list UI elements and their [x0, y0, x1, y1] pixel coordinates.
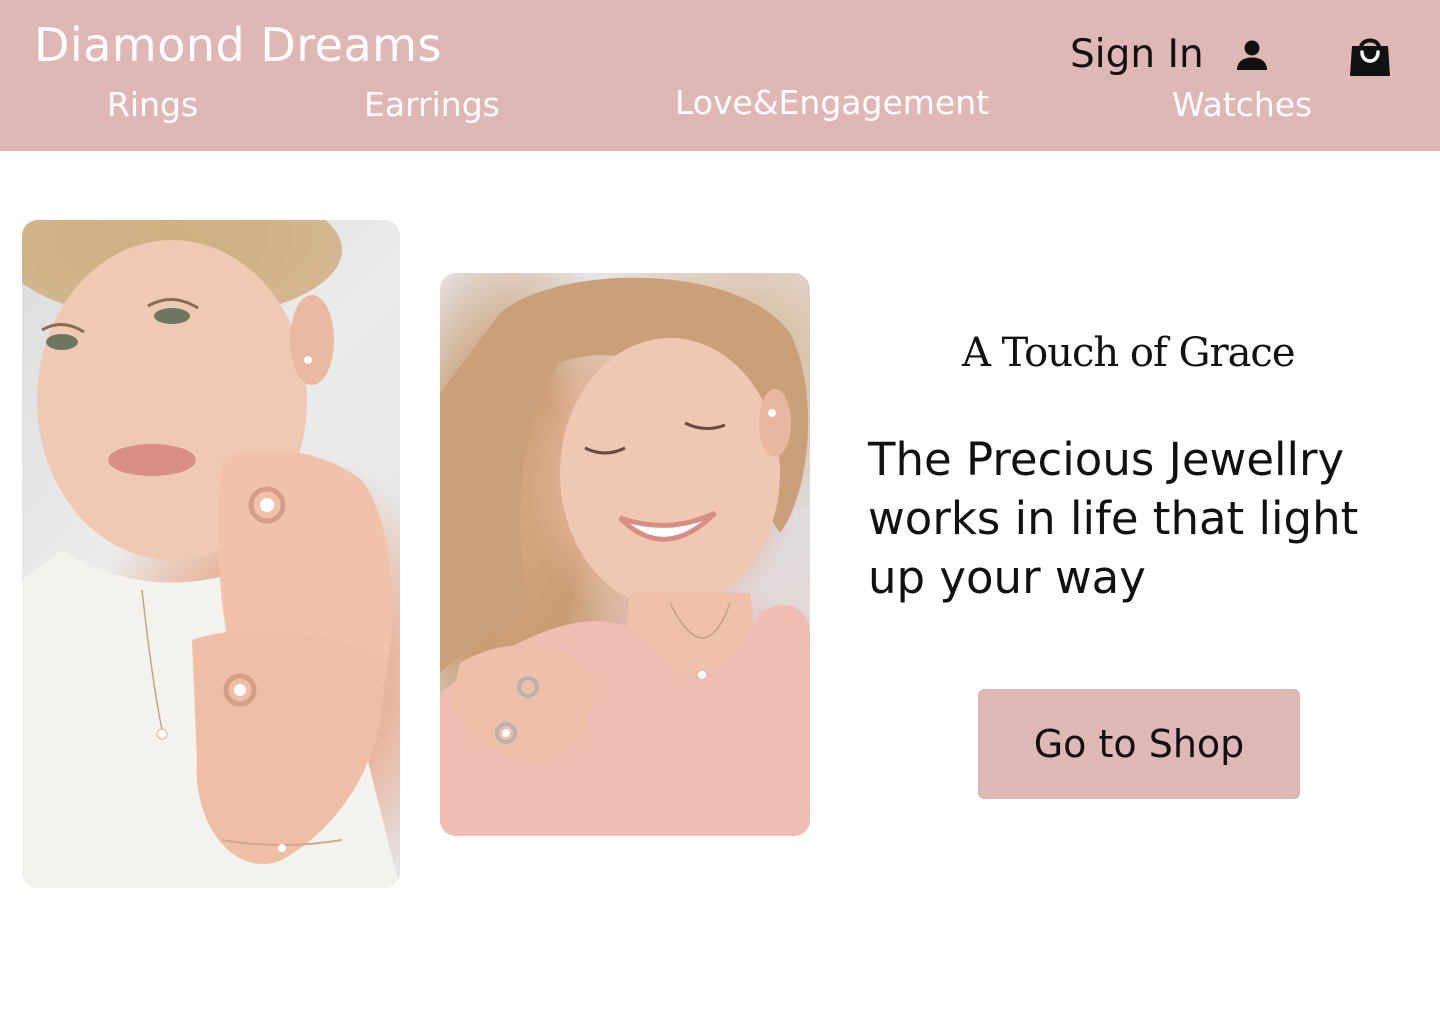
nav-watches[interactable]: Watches — [1172, 85, 1312, 124]
nav-rings[interactable]: Rings — [107, 85, 198, 124]
user-icon — [1236, 40, 1267, 70]
photo-1-illustration — [22, 220, 400, 888]
go-to-shop-button[interactable]: Go to Shop — [978, 689, 1300, 799]
nav-earrings[interactable]: Earrings — [364, 85, 500, 124]
page: Diamond Dreams Rings Earrings Love&Engag… — [0, 0, 1440, 1024]
model-smiling-photo — [440, 273, 810, 836]
tagline: A Touch of Grace — [962, 330, 1295, 376]
sign-in-button[interactable]: Sign In — [1070, 32, 1270, 77]
sign-in-label: Sign In — [1070, 32, 1204, 77]
hero-headline: The Precious Jewellry works in life that… — [868, 433, 1359, 604]
photo-2-illustration — [440, 277, 810, 836]
model-with-rings-photo — [22, 220, 400, 888]
shopping-bag-icon[interactable] — [1347, 34, 1393, 80]
nav-love-engagement[interactable]: Love&Engagement — [675, 83, 989, 122]
brand-logo[interactable]: Diamond Dreams — [34, 18, 442, 72]
site-header: Diamond Dreams Rings Earrings Love&Engag… — [0, 0, 1440, 151]
